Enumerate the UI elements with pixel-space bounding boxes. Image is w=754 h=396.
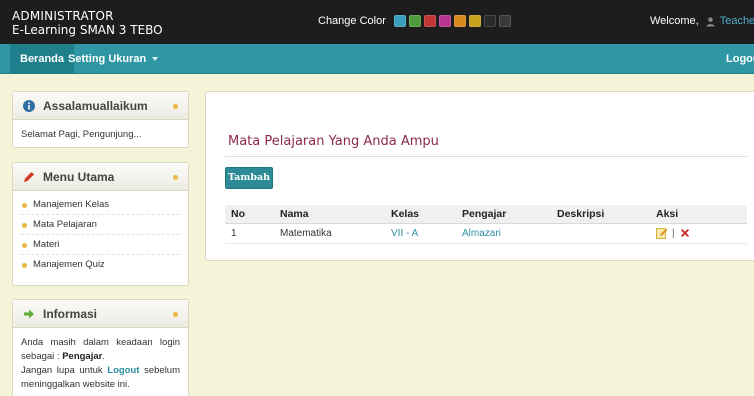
user-icon [706, 16, 715, 27]
add-button[interactable]: Tambah [225, 167, 273, 189]
greeting-box: Assalamuallaikum Selamat Pagi, Pengunjun… [12, 91, 189, 148]
color-swatch-gold[interactable] [468, 15, 481, 27]
top-header: ADMINISTRATOR E-Learning SMAN 3 TEBO Cha… [0, 0, 754, 44]
cell-pengajar-link[interactable]: Almazari [456, 223, 551, 244]
bullet-icon [22, 203, 27, 208]
info-box: Informasi Anda masih dalam keadaan login… [12, 299, 189, 396]
nav-setting-ukuran[interactable]: Setting Ukuran [58, 44, 168, 74]
color-swatch-red[interactable] [423, 15, 436, 27]
menu-item-materi[interactable]: Materi [21, 235, 180, 255]
pencil-icon [24, 172, 34, 182]
bullet-icon [22, 223, 27, 228]
menu-item-label: Materi [33, 239, 60, 250]
delete-icon[interactable] [679, 227, 691, 239]
info-text: Anda masih dalam keadaan login sebagai :… [21, 337, 181, 390]
menu-item-manajemen-quiz[interactable]: Manajemen Quiz [21, 255, 180, 275]
welcome-label: Welcome, [650, 15, 699, 27]
col-header-pengajar: Pengajar [456, 205, 551, 224]
menu-item-label: Manajemen Quiz [33, 259, 105, 270]
greeting-box-header: Assalamuallaikum [13, 92, 188, 120]
info-line2-pre: Jangan lupa untuk [21, 365, 103, 376]
collapse-dot-icon[interactable] [173, 104, 178, 109]
color-swatch-green[interactable] [408, 15, 421, 27]
brand-role: ADMINISTRATOR [12, 9, 114, 23]
collapse-dot-icon[interactable] [173, 312, 178, 317]
subjects-table: No Nama Kelas Pengajar Deskripsi Aksi 1 … [225, 205, 747, 244]
cell-no: 1 [225, 223, 274, 244]
nav-setting-label: Setting Ukuran [68, 53, 147, 65]
cell-deskripsi [551, 223, 650, 244]
change-color-label: Change Color [318, 15, 386, 27]
menu-item-mata-pelajaran[interactable]: Mata Pelajaran [21, 215, 180, 235]
username-link[interactable]: Teacher [720, 15, 754, 27]
change-color-picker: Change Color [318, 15, 514, 27]
content-panel: Mata Pelajaran Yang Anda Ampu Tambah No … [205, 91, 754, 261]
welcome-area: Welcome, Teacher [650, 15, 754, 27]
nav-logout[interactable]: Logout [716, 44, 754, 74]
cell-kelas-link[interactable]: VII - A [385, 223, 456, 244]
color-swatch-blue[interactable] [393, 15, 406, 27]
color-swatch-orange[interactable] [453, 15, 466, 27]
color-swatch-black[interactable] [483, 15, 496, 27]
menu-item-label: Manajemen Kelas [33, 199, 110, 210]
nav-logout-label: Logout [726, 53, 754, 65]
greeting-text: Selamat Pagi, Pengunjung... [21, 129, 142, 140]
col-header-nama: Nama [274, 205, 385, 224]
info-role: Pengajar [62, 351, 103, 362]
col-header-deskripsi: Deskripsi [551, 205, 650, 224]
cell-aksi: | [650, 223, 747, 244]
color-swatch-dark-gray[interactable] [498, 15, 511, 27]
arrow-right-icon [24, 309, 34, 319]
col-header-kelas: Kelas [385, 205, 456, 224]
info-icon [23, 100, 35, 112]
bullet-icon [22, 263, 27, 268]
main-menu-list: Manajemen Kelas Mata Pelajaran Materi Ma… [13, 191, 188, 275]
page-title: Mata Pelajaran Yang Anda Ampu [228, 134, 439, 149]
collapse-dot-icon[interactable] [173, 175, 178, 180]
edit-icon[interactable] [656, 227, 668, 239]
info-box-header: Informasi [13, 300, 188, 328]
main-menu-title: Menu Utama [43, 170, 115, 184]
menu-item-label: Mata Pelajaran [33, 219, 97, 230]
title-divider [225, 156, 747, 157]
cell-nama: Matematika [274, 223, 385, 244]
bullet-icon [22, 243, 27, 248]
menu-item-manajemen-kelas[interactable]: Manajemen Kelas [21, 195, 180, 215]
info-logout-link[interactable]: Logout [107, 365, 139, 376]
chevron-down-icon [152, 57, 159, 62]
info-box-title: Informasi [43, 307, 98, 321]
color-swatch-magenta[interactable] [438, 15, 451, 27]
main-menu-box: Menu Utama Manajemen Kelas Mata Pelajara… [12, 162, 189, 286]
greeting-box-title: Assalamuallaikum [43, 99, 148, 113]
col-header-aksi: Aksi [650, 205, 747, 224]
action-separator: | [672, 227, 675, 239]
brand-site-name: E-Learning SMAN 3 TEBO [12, 23, 163, 37]
table-row: 1 Matematika VII - A Almazari | [225, 223, 747, 244]
main-navbar: Beranda Setting Ukuran Logout [0, 44, 754, 74]
site-brand[interactable]: ADMINISTRATOR E-Learning SMAN 3 TEBO [12, 9, 163, 37]
main-menu-header: Menu Utama [13, 163, 188, 191]
col-header-no: No [225, 205, 274, 224]
table-header-row: No Nama Kelas Pengajar Deskripsi Aksi [225, 205, 747, 224]
